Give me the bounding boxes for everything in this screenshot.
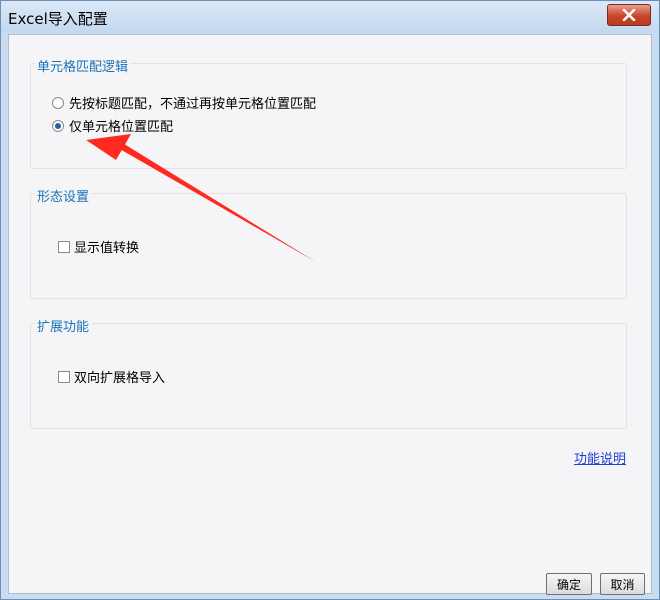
radio-match-title-then-position[interactable]: 先按标题匹配，不通过再按单元格位置匹配 (52, 93, 316, 112)
help-link[interactable]: 功能说明 (574, 448, 626, 467)
checkbox-bidirectional-expand-import[interactable]: 双向扩展格导入 (58, 367, 165, 386)
dialog-content: 单元格匹配逻辑 先按标题匹配，不通过再按单元格位置匹配 仅单元格位置匹配 形态设… (8, 34, 652, 595)
close-button[interactable] (607, 4, 651, 26)
radio-button-selected[interactable] (52, 119, 64, 132)
checkbox-label: 双向扩展格导入 (74, 371, 166, 386)
cell-match-group-title: 单元格匹配逻辑 (35, 56, 131, 75)
radio-label: 仅单元格位置匹配 (69, 120, 174, 135)
radio-button[interactable] (52, 96, 64, 109)
extension-group: 扩展功能 双向扩展格导入 (30, 316, 627, 429)
title-bar[interactable]: Excel导入配置 (1, 1, 659, 33)
form-settings-group: 形态设置 显示值转换 (30, 186, 627, 299)
checkbox-label: 显示值转换 (74, 241, 140, 256)
form-settings-group-title: 形态设置 (35, 186, 92, 205)
cancel-button[interactable]: 取消 (600, 573, 645, 595)
close-icon (622, 9, 636, 21)
checkbox[interactable] (58, 240, 70, 253)
checkbox[interactable] (58, 370, 70, 383)
dialog-window: Excel导入配置 单元格匹配逻辑 先按标题匹配，不通过再按单元格位置匹配 仅单… (0, 0, 660, 600)
checkbox-display-value-conversion[interactable]: 显示值转换 (58, 237, 139, 256)
cell-match-group: 单元格匹配逻辑 先按标题匹配，不通过再按单元格位置匹配 仅单元格位置匹配 (30, 56, 627, 169)
extension-group-title: 扩展功能 (35, 316, 92, 335)
radio-match-position-only[interactable]: 仅单元格位置匹配 (52, 116, 173, 135)
ok-button[interactable]: 确定 (546, 573, 592, 595)
radio-label: 先按标题匹配，不通过再按单元格位置匹配 (69, 97, 317, 112)
window-title: Excel导入配置 (8, 10, 108, 28)
